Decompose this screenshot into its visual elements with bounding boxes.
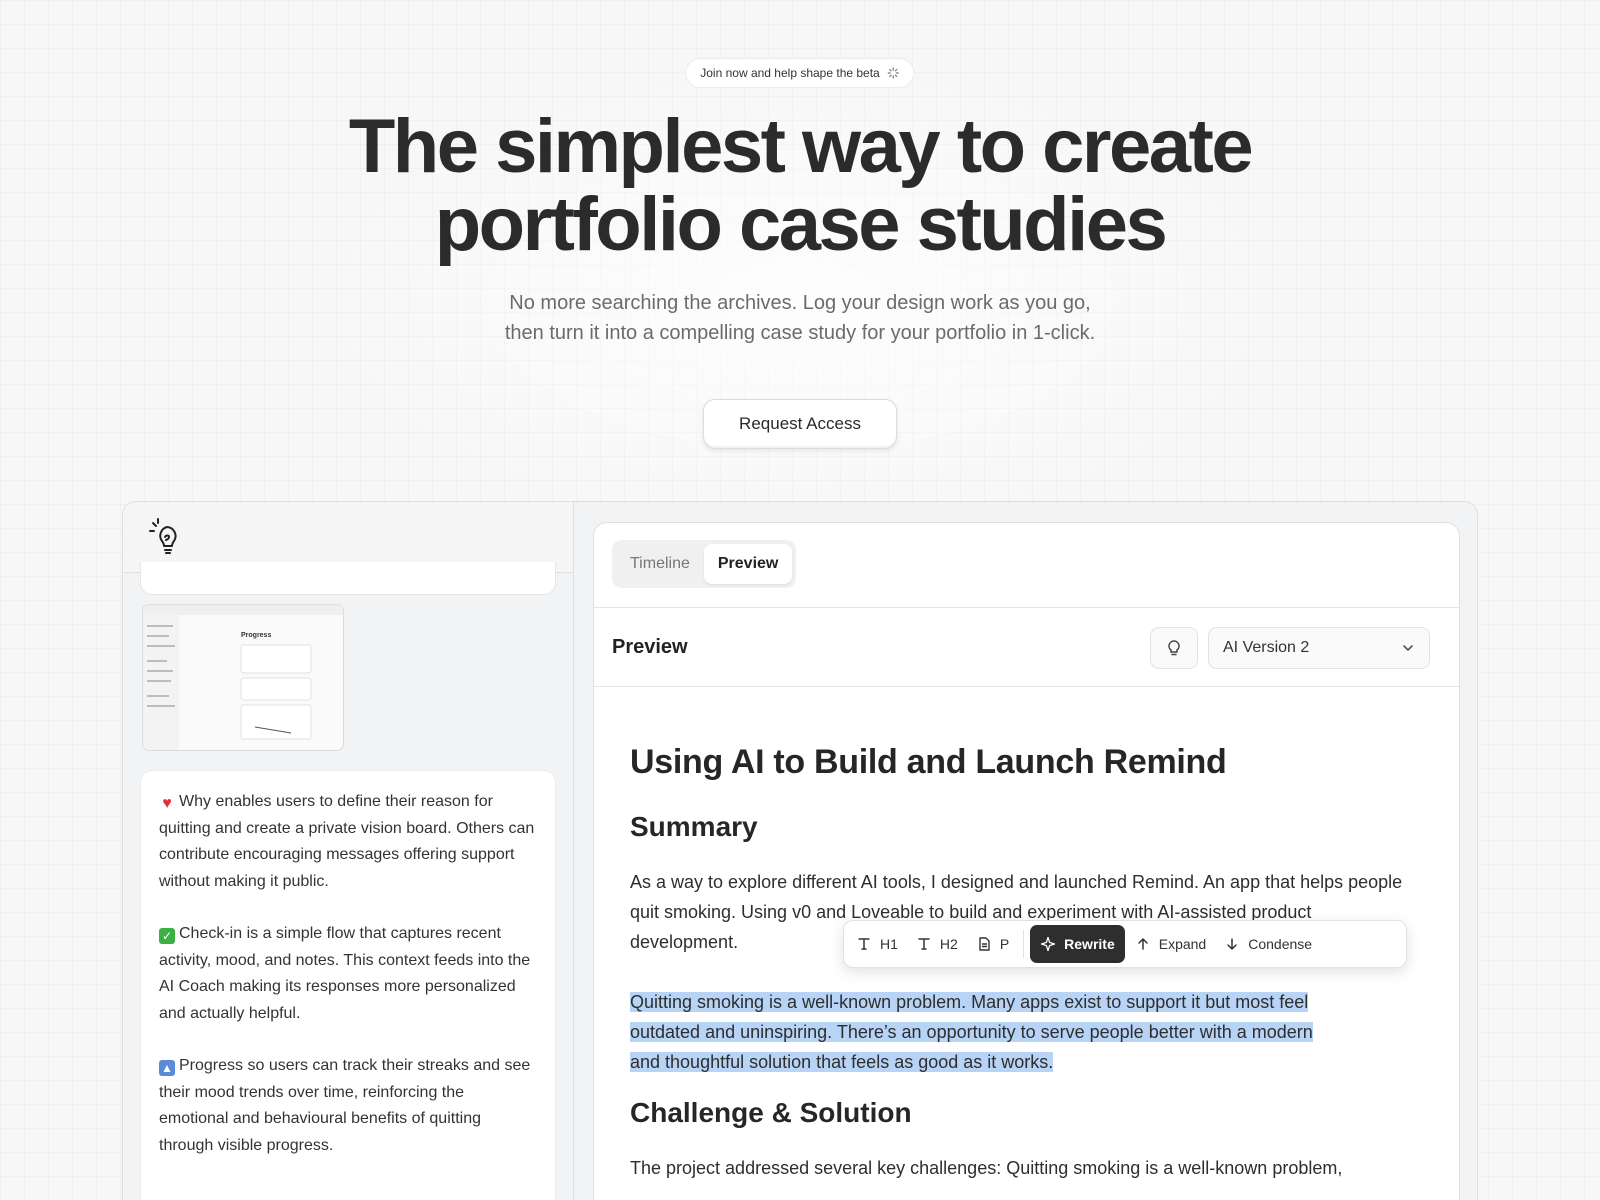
heading2-label: H2 xyxy=(939,936,958,952)
note-text: Check-in is a simple flow that captures … xyxy=(159,925,531,1022)
challenge-heading: Challenge & Solution xyxy=(630,1097,912,1128)
view-tabs: Timeline Preview xyxy=(612,540,797,588)
arrow-up-icon xyxy=(1137,938,1148,950)
check-icon: ✓ xyxy=(159,928,175,944)
heart-icon: ♥ xyxy=(162,795,172,812)
rewrite-button[interactable]: Rewrite xyxy=(1030,925,1125,963)
lightbulb-icon xyxy=(1168,640,1180,656)
document-icon xyxy=(979,937,990,951)
tab-preview[interactable]: Preview xyxy=(703,544,793,584)
arrow-down-icon xyxy=(1227,938,1237,950)
timeline-pane: Progress ♥ Why enables users to define th… xyxy=(123,502,574,1200)
tab-timeline[interactable]: Timeline xyxy=(616,544,704,584)
paragraph-button[interactable]: P xyxy=(968,925,1017,963)
text-type-icon xyxy=(918,938,930,950)
note-item: ♥ Why enables users to define their reaso… xyxy=(159,789,537,895)
note-text: Progress so users can track their streak… xyxy=(159,1057,531,1154)
condense-label: Condense xyxy=(1248,936,1313,952)
lightbulb-logo-icon[interactable] xyxy=(147,517,183,557)
note-text: Why enables users to define their reason… xyxy=(159,793,535,890)
loading-spinner-icon xyxy=(888,67,900,79)
screenshot-thumbnail[interactable]: Progress xyxy=(142,604,344,751)
app-preview-frame: Progress ♥ Why enables users to define th… xyxy=(122,501,1478,1200)
preview-title: Preview xyxy=(612,636,688,658)
previous-entry-card xyxy=(140,562,556,595)
paragraph-label: P xyxy=(999,936,1010,952)
selected-text-line2: outdated and uninspiring. There’s an opp… xyxy=(630,1022,1313,1042)
hero-title-line1: The simplest way to create xyxy=(348,104,1254,189)
text-type-icon xyxy=(858,938,870,950)
selected-text-line1: Quitting smoking is a well-known problem… xyxy=(630,992,1309,1012)
document-title: Using AI to Build and Launch Remind xyxy=(630,743,1227,781)
condense-button[interactable]: Condense xyxy=(1216,925,1320,963)
preview-header: Preview AI Version 2 xyxy=(594,608,1459,687)
note-item: ▲ Progress so users can track their strea… xyxy=(159,1053,537,1159)
text-format-toolbar: H1 H2 P Rewrite Expand Condense xyxy=(843,920,1407,968)
beta-label: Join now and help shape the beta xyxy=(700,66,880,80)
thumbnail-title: Progress xyxy=(241,632,271,639)
expand-label: Expand xyxy=(1158,936,1207,952)
tabs-bar: Timeline Preview xyxy=(594,523,1459,608)
note-item: ✓ Check-in is a simple flow that captures… xyxy=(159,921,537,1027)
expand-button[interactable]: Expand xyxy=(1127,925,1214,963)
case-study-document[interactable]: Using AI to Build and Launch Remind Summ… xyxy=(594,687,1459,1200)
hero-title-line2: portfolio case studies xyxy=(434,182,1168,267)
selected-text-line3: and thoughtful solution that feels as go… xyxy=(630,1052,1054,1072)
heading2-button[interactable]: H2 xyxy=(908,925,966,963)
request-access-button[interactable]: Request Access xyxy=(703,399,897,449)
suggestions-button[interactable] xyxy=(1150,627,1198,669)
chevron-down-icon xyxy=(1403,645,1413,651)
toolbar-divider xyxy=(1023,930,1025,958)
hero-title: The simplest way to create portfolio cas… xyxy=(0,108,1600,264)
summary-heading: Summary xyxy=(630,811,758,842)
up-arrow-icon: ▲ xyxy=(159,1060,175,1076)
heading1-button[interactable]: H1 xyxy=(848,925,906,963)
hero-subtitle-line1: No more searching the archives. Log your… xyxy=(509,292,1091,314)
hero-subtitle-line2: then turn it into a compelling case stud… xyxy=(504,322,1096,344)
sparkle-icon xyxy=(1041,936,1056,952)
beta-pill[interactable]: Join now and help shape the beta xyxy=(685,58,915,88)
challenge-paragraph: The project addressed several key challe… xyxy=(630,1158,1343,1178)
ai-version-value: AI Version 2 xyxy=(1223,639,1310,656)
selected-paragraph[interactable]: Quitting smoking is a well-known problem… xyxy=(630,987,1420,1077)
thumbnail-preview-graphic: Progress xyxy=(143,605,343,750)
heading1-label: H1 xyxy=(880,936,898,952)
hero-subtitle: No more searching the archives. Log your… xyxy=(0,288,1600,348)
ai-version-select[interactable]: AI Version 2 xyxy=(1208,627,1430,669)
timeline-note-card[interactable]: ♥ Why enables users to define their reaso… xyxy=(140,770,556,1200)
rewrite-label: Rewrite xyxy=(1064,936,1115,952)
preview-pane: Timeline Preview Preview AI Version 2 Us… xyxy=(593,522,1460,1200)
